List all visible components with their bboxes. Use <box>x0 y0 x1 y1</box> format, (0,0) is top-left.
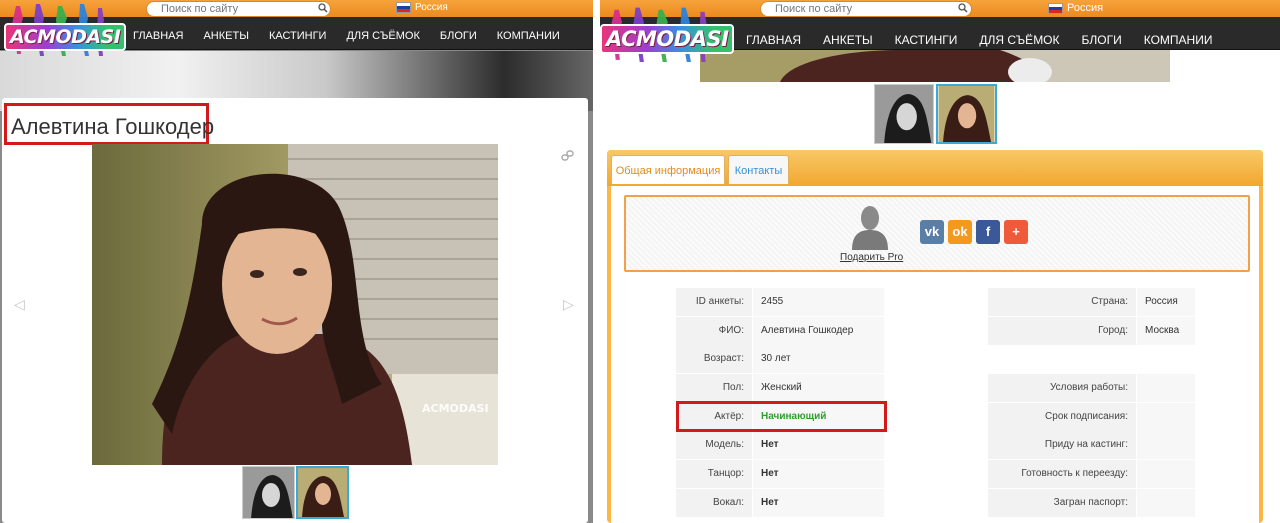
nav-companies[interactable]: Компании <box>1144 33 1213 47</box>
main-profile-photo-cropped[interactable] <box>700 50 1170 82</box>
prev-photo-icon[interactable]: ◁ <box>14 296 25 313</box>
table-row: Город: Москва <box>988 317 1195 345</box>
row-value: Москва <box>1137 317 1195 345</box>
main-nav: Главная Анкеты Кастинги Для съёмок Блоги… <box>133 30 560 42</box>
table-row: ФИО: Алевтина Гошкодер <box>676 317 884 345</box>
row-label: Танцор: <box>676 460 753 488</box>
row-value <box>1137 374 1195 402</box>
thumbnail-1[interactable] <box>874 84 934 144</box>
table-row: Приду на кастинг: <box>988 431 1195 459</box>
search-icon[interactable] <box>958 3 968 13</box>
nav-home[interactable]: Главная <box>746 33 801 47</box>
thumbnail-2[interactable] <box>296 466 349 519</box>
row-value: Нет <box>753 431 884 459</box>
row-value: Алевтина Гошкодер <box>753 317 884 345</box>
row-label: Возраст: <box>676 345 753 373</box>
row-label: Город: <box>988 317 1137 345</box>
russia-flag-icon <box>1048 2 1063 14</box>
next-photo-icon[interactable]: ▷ <box>563 296 574 313</box>
left-screenshot: Россия ACMODASI Главная Анкеты Кастинги … <box>0 0 593 523</box>
row-value <box>1137 431 1195 459</box>
row-value <box>1137 489 1195 517</box>
country-selector[interactable]: Россия <box>396 2 448 13</box>
row-value <box>1137 460 1195 488</box>
table-row: Возраст: 30 лет <box>676 345 884 373</box>
row-value: 2455 <box>753 288 884 316</box>
screenshot-divider <box>593 0 600 523</box>
table-row: Вокал: Нет <box>676 489 884 517</box>
row-label: Модель: <box>676 431 753 459</box>
search-input[interactable] <box>146 1 331 17</box>
thumbnail-bw-image <box>243 467 294 518</box>
nav-profiles[interactable]: Анкеты <box>823 33 873 47</box>
country-selector[interactable]: Россия <box>1048 2 1103 14</box>
row-label: Страна: <box>988 288 1137 316</box>
nav-companies[interactable]: Компании <box>497 30 560 42</box>
nav-profiles[interactable]: Анкеты <box>203 30 248 42</box>
nav-castings[interactable]: Кастинги <box>895 33 958 47</box>
row-label: Приду на кастинг: <box>988 431 1137 459</box>
odnoklassniki-share-icon[interactable]: ok <box>948 220 972 244</box>
row-label: Готовность к переезду: <box>988 460 1137 488</box>
profile-name: Алевтина Гошкодер <box>4 103 214 145</box>
logo-text: ACMODASI <box>4 23 127 51</box>
site-logo[interactable]: ACMODASI <box>2 2 127 66</box>
row-label: Срок подписания: <box>988 403 1137 431</box>
nav-castings[interactable]: Кастинги <box>269 30 327 42</box>
table-row: Загран паспорт: <box>988 489 1195 517</box>
tab-contacts[interactable]: Контакты <box>728 155 789 184</box>
portrait-image-crop <box>700 50 1170 82</box>
row-label: Вокал: <box>676 489 753 517</box>
table-row: Срок подписания: <box>988 403 1195 431</box>
logo-text: ACMODASI <box>600 24 735 54</box>
table-row: ID анкеты: 2455 <box>676 288 884 316</box>
country-label: Россия <box>1067 2 1104 14</box>
table-row: Страна: Россия <box>988 288 1195 316</box>
user-avatar-icon[interactable] <box>850 204 890 250</box>
row-value: 30 лет <box>753 345 884 373</box>
search-input[interactable] <box>760 1 972 17</box>
thumbnail-2[interactable] <box>936 84 997 144</box>
thumbnail-color-image <box>298 468 347 517</box>
site-logo[interactable]: ACMODASI <box>600 2 735 76</box>
table-row: Условия работы: <box>988 374 1195 402</box>
table-row: Модель: Нет <box>676 431 884 459</box>
more-share-icon[interactable]: + <box>1004 220 1028 244</box>
row-label: ФИО: <box>676 317 753 345</box>
country-label: Россия <box>415 2 448 13</box>
share-link-icon[interactable] <box>561 149 575 163</box>
nav-for-shoots[interactable]: Для съёмок <box>346 30 419 42</box>
row-value: Нет <box>753 489 884 517</box>
thumbnail-1[interactable] <box>242 466 295 519</box>
row-label: Условия работы: <box>988 374 1137 402</box>
main-profile-photo[interactable]: ACMODASI <box>92 144 498 465</box>
search-icon[interactable] <box>318 3 328 13</box>
row-value <box>1137 403 1195 431</box>
nav-for-shoots[interactable]: Для съёмок <box>979 33 1059 47</box>
row-label: Пол: <box>676 374 753 402</box>
thumbnail-color-image <box>938 86 995 142</box>
table-row: Танцор: Нет <box>676 460 884 488</box>
table-row: Готовность к переезду: <box>988 460 1195 488</box>
gift-pro-link[interactable]: Подарить Pro <box>840 252 903 263</box>
nav-home[interactable]: Главная <box>133 30 183 42</box>
thumbnail-bw-image <box>875 85 933 143</box>
russia-flag-icon <box>396 2 411 13</box>
photo-watermark: ACMODASI <box>422 402 489 415</box>
actor-highlight-box <box>676 401 887 432</box>
facebook-share-icon[interactable]: f <box>976 220 1000 244</box>
row-value: Россия <box>1137 288 1195 316</box>
table-row: Пол: Женский <box>676 374 884 402</box>
row-label: Загран паспорт: <box>988 489 1137 517</box>
portrait-image: ACMODASI <box>92 144 498 465</box>
row-label: ID анкеты: <box>676 288 753 316</box>
nav-blogs[interactable]: Блоги <box>1082 33 1122 47</box>
row-value: Нет <box>753 460 884 488</box>
main-nav: Главная Анкеты Кастинги Для съёмок Блоги… <box>746 33 1212 47</box>
nav-blogs[interactable]: Блоги <box>440 30 477 42</box>
tab-general-info[interactable]: Общая информация <box>611 155 725 184</box>
vk-share-icon[interactable]: vk <box>920 220 944 244</box>
row-value: Женский <box>753 374 884 402</box>
